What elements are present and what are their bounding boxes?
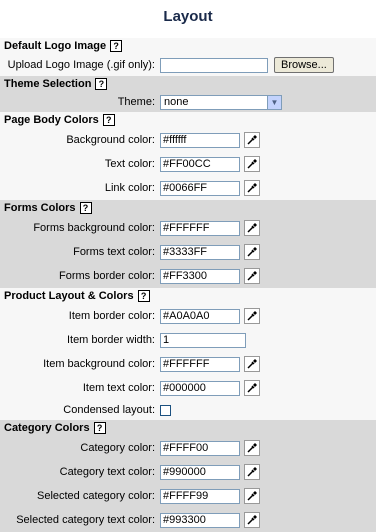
upload-logo-label: Upload Logo Image (.gif only): (7, 59, 155, 71)
condensed-layout-checkbox[interactable] (160, 404, 171, 416)
item-background-color-label: Item background color: (43, 358, 155, 370)
item-text-color-row: Item text color: (0, 376, 376, 400)
item-border-width-row: Item border width: (0, 328, 376, 352)
text-color-label: Text color: (104, 158, 155, 170)
eyedropper-icon[interactable] (244, 220, 260, 236)
item-border-color-row: Item border color: (0, 304, 376, 328)
background-color-input[interactable] (160, 132, 240, 148)
selected-category-text-color-input[interactable] (160, 512, 240, 528)
section-title: Category Colors (4, 422, 90, 434)
section-theme: Theme Selection ? Theme: none ▼ (0, 76, 376, 112)
help-icon[interactable]: ? (79, 202, 92, 214)
link-color-label: Link color: (104, 182, 155, 194)
eyedropper-icon[interactable] (244, 268, 260, 284)
help-icon[interactable]: ? (102, 114, 115, 126)
item-background-color-row: Item background color: (0, 352, 376, 376)
item-border-color-input[interactable] (160, 308, 240, 324)
section-header: Theme Selection ? (0, 76, 376, 92)
theme-select[interactable]: none ▼ (160, 94, 282, 110)
page-title: Layout (163, 8, 213, 25)
help-icon[interactable]: ? (95, 78, 108, 90)
eyedropper-icon[interactable] (244, 308, 260, 324)
category-color-input[interactable] (160, 440, 240, 456)
item-border-color-label: Item border color: (68, 310, 155, 322)
forms-border-color-input[interactable] (160, 268, 240, 284)
selected-category-color-input[interactable] (160, 488, 240, 504)
eyedropper-icon[interactable] (244, 156, 260, 172)
browse-button[interactable]: Browse... (274, 57, 334, 73)
eyedropper-icon[interactable] (244, 380, 260, 396)
background-color-label: Background color: (66, 134, 155, 146)
eyedropper-icon[interactable] (244, 512, 260, 528)
text-color-input[interactable] (160, 156, 240, 172)
help-icon[interactable]: ? (137, 290, 150, 302)
text-color-row: Text color: (0, 152, 376, 176)
category-text-color-row: Category text color: (0, 460, 376, 484)
category-color-row: Category color: (0, 436, 376, 460)
forms-text-color-label: Forms text color: (73, 246, 155, 258)
link-color-input[interactable] (160, 180, 240, 196)
forms-border-color-row: Forms border color: (0, 264, 376, 288)
upload-logo-input[interactable] (160, 57, 268, 73)
help-icon[interactable]: ? (93, 422, 106, 434)
theme-selected-value: none (164, 96, 189, 108)
eyedropper-icon[interactable] (244, 488, 260, 504)
help-icon[interactable]: ? (110, 40, 123, 52)
item-border-width-label: Item border width: (66, 334, 155, 346)
selected-category-color-label: Selected category color: (36, 490, 155, 502)
section-header: Product Layout & Colors ? (0, 288, 376, 304)
background-color-row: Background color: (0, 128, 376, 152)
item-text-color-label: Item text color: (82, 382, 155, 394)
section-title: Product Layout & Colors (4, 290, 134, 302)
forms-background-color-label: Forms background color: (33, 222, 155, 234)
section-product: Product Layout & Colors ? Item border co… (0, 288, 376, 420)
condensed-layout-label: Condensed layout: (63, 404, 155, 416)
section-header: Default Logo Image ? (0, 38, 376, 54)
section-forms: Forms Colors ? Forms background color: F… (0, 200, 376, 288)
item-border-width-input[interactable] (160, 332, 246, 348)
section-category: Category Colors ? Category color: Catego… (0, 420, 376, 532)
chevron-down-icon[interactable]: ▼ (267, 95, 281, 109)
section-title: Theme Selection (4, 78, 92, 90)
theme-row: Theme: none ▼ (0, 92, 376, 112)
forms-text-color-row: Forms text color: (0, 240, 376, 264)
section-header: Forms Colors ? (0, 200, 376, 216)
item-text-color-input[interactable] (160, 380, 240, 396)
forms-border-color-label: Forms border color: (59, 270, 155, 282)
eyedropper-icon[interactable] (244, 356, 260, 372)
section-logo: Default Logo Image ? Upload Logo Image (… (0, 38, 376, 76)
forms-background-color-row: Forms background color: (0, 216, 376, 240)
link-color-row: Link color: (0, 176, 376, 200)
forms-text-color-input[interactable] (160, 244, 240, 260)
eyedropper-icon[interactable] (244, 132, 260, 148)
selected-category-color-row: Selected category color: (0, 484, 376, 508)
eyedropper-icon[interactable] (244, 440, 260, 456)
condensed-layout-row: Condensed layout: (0, 400, 376, 420)
section-header: Category Colors ? (0, 420, 376, 436)
section-page-body: Page Body Colors ? Background color: Tex… (0, 112, 376, 200)
category-text-color-input[interactable] (160, 464, 240, 480)
section-header: Page Body Colors ? (0, 112, 376, 128)
category-color-label: Category color: (80, 442, 155, 454)
eyedropper-icon[interactable] (244, 244, 260, 260)
section-title: Forms Colors (4, 202, 76, 214)
item-background-color-input[interactable] (160, 356, 240, 372)
category-text-color-label: Category text color: (59, 466, 155, 478)
section-title: Page Body Colors (4, 114, 99, 126)
section-title: Default Logo Image (4, 40, 107, 52)
upload-logo-row: Upload Logo Image (.gif only): Browse... (0, 54, 376, 76)
eyedropper-icon[interactable] (244, 180, 260, 196)
selected-category-text-color-label: Selected category text color: (16, 514, 155, 526)
forms-background-color-input[interactable] (160, 220, 240, 236)
eyedropper-icon[interactable] (244, 464, 260, 480)
theme-label: Theme: (117, 96, 155, 108)
